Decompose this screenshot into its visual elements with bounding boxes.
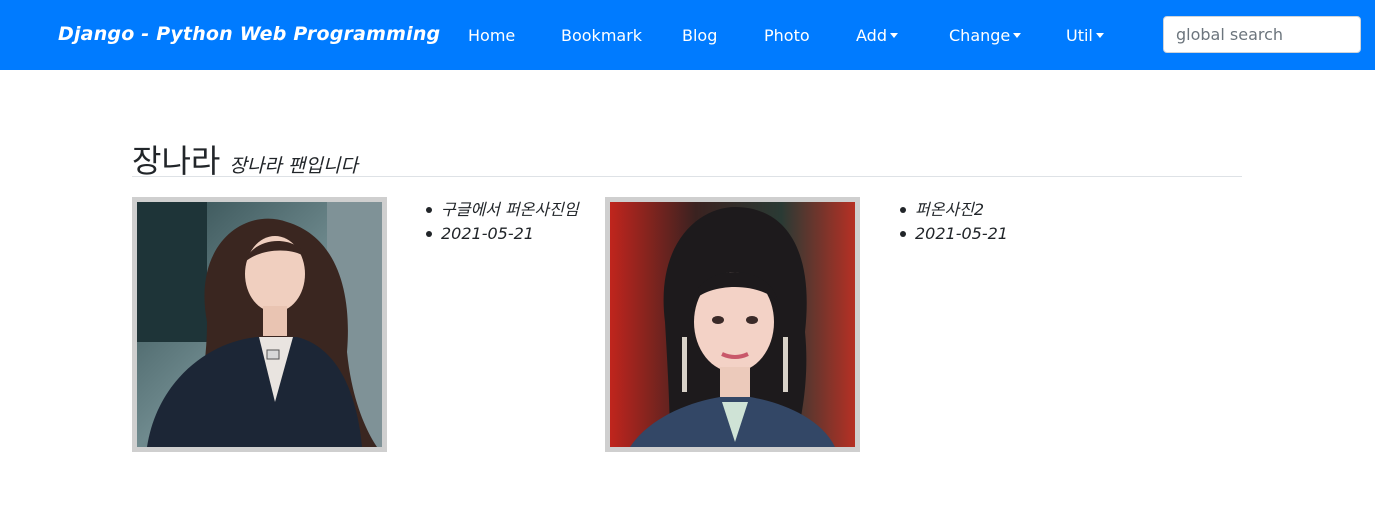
- caret-down-icon: [1013, 33, 1022, 38]
- global-search-input[interactable]: [1163, 16, 1361, 53]
- nav-util-label: Util: [1066, 26, 1093, 45]
- nav-home[interactable]: Home: [468, 26, 515, 45]
- photo-info-2: 퍼온사진2 2021-05-21: [890, 198, 1008, 246]
- nav-add-label: Add: [856, 26, 887, 45]
- brand-link[interactable]: Django - Python Web Programming: [58, 23, 440, 45]
- photo-date: 2021-05-21: [416, 222, 579, 246]
- photo-thumbnail-2[interactable]: [605, 197, 860, 452]
- photo-thumbnail-1[interactable]: [132, 197, 387, 452]
- photo-info-1: 구글에서 퍼온사진임 2021-05-21: [416, 198, 579, 246]
- caret-down-icon: [1095, 33, 1104, 38]
- photo-image-1: [137, 202, 382, 447]
- caret-down-icon: [889, 33, 898, 38]
- photo-description: 구글에서 퍼온사진임: [416, 198, 579, 222]
- photo-description: 퍼온사진2: [890, 198, 1008, 222]
- photo-image-2: [610, 202, 855, 447]
- album-name: 장나라: [132, 142, 221, 180]
- navbar: Django - Python Web Programming Home Boo…: [0, 0, 1375, 70]
- nav-change-label: Change: [949, 26, 1011, 45]
- album-heading: 장나라 장나라 팬입니다: [132, 136, 1242, 180]
- nav-change-dropdown[interactable]: Change: [949, 26, 1022, 45]
- nav-util-dropdown[interactable]: Util: [1066, 26, 1104, 45]
- photo-date: 2021-05-21: [890, 222, 1008, 246]
- nav-add-dropdown[interactable]: Add: [856, 26, 898, 45]
- nav-photo[interactable]: Photo: [764, 26, 810, 45]
- nav-bookmark[interactable]: Bookmark: [561, 26, 642, 45]
- nav-blog[interactable]: Blog: [682, 26, 717, 45]
- album-description: 장나라 팬입니다: [229, 155, 358, 177]
